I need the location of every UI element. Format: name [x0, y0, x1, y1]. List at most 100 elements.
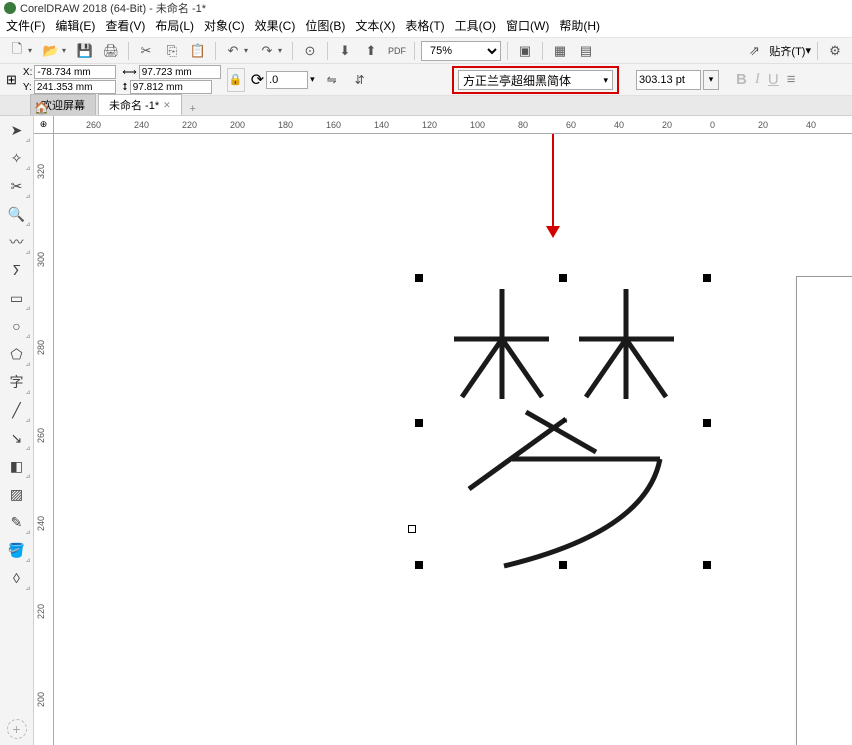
h-input[interactable]: [130, 80, 212, 94]
underline-button[interactable]: U: [768, 71, 779, 88]
selection-handle[interactable]: [703, 419, 711, 427]
selection-handle-open[interactable]: [408, 525, 416, 533]
tab-document[interactable]: 未命名 -1*✕: [98, 94, 182, 115]
selection-handle[interactable]: [703, 274, 711, 282]
pdf-button[interactable]: PDF: [386, 40, 408, 62]
menu-object[interactable]: 对象(C): [204, 17, 245, 34]
size-group: ⟷ ⭥: [122, 65, 220, 94]
paste-button[interactable]: 📋: [187, 40, 209, 62]
import-button[interactable]: ⬇: [334, 40, 356, 62]
add-tool-button[interactable]: +: [7, 719, 27, 739]
selection-handle[interactable]: [415, 274, 423, 282]
pick-tool[interactable]: ➤⊿: [2, 116, 32, 144]
snap-dropdown[interactable]: 贴齐(T) ▾: [769, 43, 811, 59]
eyedropper-tool[interactable]: ✎⊿: [2, 508, 32, 536]
font-size-input[interactable]: [636, 70, 701, 90]
menu-tools[interactable]: 工具(O): [455, 17, 496, 34]
menu-edit[interactable]: 编辑(E): [55, 17, 95, 34]
menu-layout[interactable]: 布局(L): [155, 17, 194, 34]
rotate-icon: ⟳: [251, 70, 264, 90]
ruler-horizontal[interactable]: 2602402202001801601401201008060402002040: [54, 116, 852, 134]
menu-window[interactable]: 窗口(W): [506, 17, 549, 34]
italic-button[interactable]: I: [755, 71, 760, 88]
transparency-tool[interactable]: ▨: [2, 480, 32, 508]
print-button[interactable]: 🖨: [100, 40, 122, 62]
separator: [414, 42, 415, 60]
search-button[interactable]: ⊙: [299, 40, 321, 62]
drop-shadow-tool[interactable]: ◧⊿: [2, 452, 32, 480]
y-input[interactable]: [34, 80, 116, 94]
w-input[interactable]: [139, 65, 221, 79]
workspace: ➤⊿ ✧⊿ ✂⊿ 🔍⊿ 〰⊿ ⵢ ▭⊿ ○⊿ ⬠⊿ 字⊿ ╱⊿ ↘⊿ ◧⊿ ▨ …: [0, 116, 852, 745]
menubar: 文件(F) 编辑(E) 查看(V) 布局(L) 对象(C) 效果(C) 位图(B…: [0, 16, 852, 38]
chevron-down-icon: ▾: [603, 75, 608, 86]
parallel-dim-tool[interactable]: ╱⊿: [2, 396, 32, 424]
rectangle-tool[interactable]: ▭⊿: [2, 284, 32, 312]
font-highlight-annotation: 方正兰亭超细黑简体▾: [452, 66, 619, 94]
separator: [542, 42, 543, 60]
new-dropdown-icon[interactable]: ▾: [28, 46, 36, 55]
cut-button[interactable]: ✂: [135, 40, 157, 62]
export-button[interactable]: ⬆: [360, 40, 382, 62]
add-tab-button[interactable]: +: [184, 103, 202, 115]
lock-ratio-button[interactable]: 🔒: [227, 68, 245, 92]
outline-tool[interactable]: ◊⊿: [2, 564, 32, 592]
ruler-vertical[interactable]: 320300280260240220200: [34, 134, 54, 745]
selection-handle[interactable]: [415, 561, 423, 569]
angle-input[interactable]: [266, 71, 308, 89]
fullscreen-button[interactable]: ▣: [514, 40, 536, 62]
home-icon[interactable]: 🏠: [34, 101, 49, 115]
selection-handle[interactable]: [559, 561, 567, 569]
options-button[interactable]: ⚙: [824, 40, 846, 62]
mirror-h-button[interactable]: ⇋: [321, 69, 343, 91]
page-boundary: [796, 276, 852, 745]
menu-file[interactable]: 文件(F): [6, 17, 45, 34]
fill-tool[interactable]: 🪣⊿: [2, 536, 32, 564]
menu-text[interactable]: 文本(X): [355, 17, 395, 34]
new-button[interactable]: 🗋: [6, 40, 28, 62]
menu-table[interactable]: 表格(T): [405, 17, 444, 34]
menu-bitmap[interactable]: 位图(B): [305, 17, 345, 34]
align-button[interactable]: ≡: [787, 71, 796, 88]
save-button[interactable]: 💾: [74, 40, 96, 62]
open-button[interactable]: 📂: [40, 40, 62, 62]
rulers-button[interactable]: ▦: [549, 40, 571, 62]
polygon-tool[interactable]: ⬠⊿: [2, 340, 32, 368]
ruler-origin[interactable]: ⊕: [34, 116, 54, 134]
redo-dropdown-icon[interactable]: ▾: [278, 46, 286, 55]
connector-tool[interactable]: ↘⊿: [2, 424, 32, 452]
menu-help[interactable]: 帮助(H): [559, 17, 600, 34]
shape-tool[interactable]: ✧⊿: [2, 144, 32, 172]
selection-handle[interactable]: [415, 419, 423, 427]
zoom-select[interactable]: 75%: [421, 41, 501, 61]
text-tool[interactable]: 字⊿: [2, 368, 32, 396]
freehand-tool[interactable]: 〰⊿: [2, 228, 32, 256]
open-dropdown-icon[interactable]: ▾: [62, 46, 70, 55]
artistic-media-tool[interactable]: ⵢ: [2, 256, 32, 284]
undo-button[interactable]: ↶: [222, 40, 244, 62]
menu-view[interactable]: 查看(V): [105, 17, 145, 34]
x-input[interactable]: [34, 65, 116, 79]
font-size-dropdown-icon[interactable]: ▾: [703, 70, 719, 90]
width-icon: ⟷: [122, 67, 136, 78]
undo-dropdown-icon[interactable]: ▾: [244, 46, 252, 55]
grid-button[interactable]: ▤: [575, 40, 597, 62]
mirror-v-button[interactable]: ⇵: [349, 69, 371, 91]
angle-dropdown-icon[interactable]: ▾: [310, 74, 315, 85]
selection-handle[interactable]: [703, 561, 711, 569]
toolbox: ➤⊿ ✧⊿ ✂⊿ 🔍⊿ 〰⊿ ⵢ ▭⊿ ○⊿ ⬠⊿ 字⊿ ╱⊿ ↘⊿ ◧⊿ ▨ …: [0, 116, 34, 745]
font-select[interactable]: 方正兰亭超细黑简体▾: [458, 70, 613, 90]
canvas[interactable]: ×: [54, 134, 852, 745]
bold-button[interactable]: B: [736, 71, 747, 88]
copy-button[interactable]: ⎘: [161, 40, 183, 62]
close-icon[interactable]: ✕: [163, 100, 171, 111]
separator: [292, 42, 293, 60]
selection-center-icon[interactable]: ×: [562, 416, 568, 427]
zoom-tool[interactable]: 🔍⊿: [2, 200, 32, 228]
menu-effects[interactable]: 效果(C): [255, 17, 296, 34]
ellipse-tool[interactable]: ○⊿: [2, 312, 32, 340]
crop-tool[interactable]: ✂⊿: [2, 172, 32, 200]
redo-button[interactable]: ↷: [256, 40, 278, 62]
launch-button[interactable]: ⇗: [743, 40, 765, 62]
selection-handle[interactable]: [559, 274, 567, 282]
